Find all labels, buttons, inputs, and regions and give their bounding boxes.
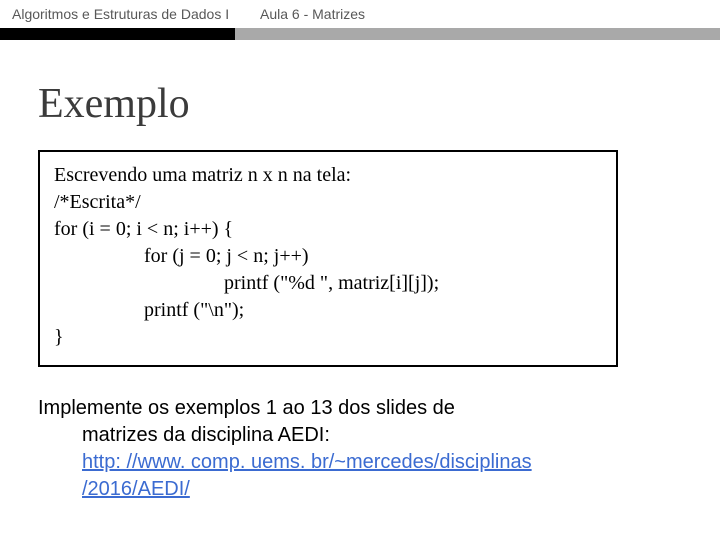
code-line: Escrevendo uma matriz n x n na tela:: [54, 162, 602, 189]
task-text: Implemente os exemplos 1 ao 13 dos slide…: [38, 395, 682, 503]
code-line: for (j = 0; j < n; j++): [54, 243, 602, 270]
task-line: Implemente os exemplos 1 ao 13 dos slide…: [38, 395, 682, 422]
code-line: /*Escrita*/: [54, 189, 602, 216]
divider-dark: [0, 28, 235, 40]
task-link[interactable]: http: //www. comp. uems. br/~mercedes/di…: [38, 449, 682, 476]
task-line: matrizes da disciplina AEDI:: [38, 422, 682, 449]
task-link[interactable]: /2016/AEDI/: [38, 476, 682, 503]
divider-bar: [0, 28, 720, 40]
slide-title: Exemplo: [38, 80, 682, 128]
slide-header: Algoritmos e Estruturas de Dados I Aula …: [0, 0, 720, 28]
lesson-name: Aula 6 - Matrizes: [235, 6, 365, 22]
code-line: printf ("%d ", matriz[i][j]);: [54, 270, 602, 297]
code-example-box: Escrevendo uma matriz n x n na tela: /*E…: [38, 150, 618, 367]
code-line: }: [54, 324, 602, 351]
code-line: for (i = 0; i < n; i++) {: [54, 216, 602, 243]
course-name: Algoritmos e Estruturas de Dados I: [0, 6, 235, 22]
slide-content: Exemplo Escrevendo uma matriz n x n na t…: [0, 40, 720, 503]
code-line: printf ("\n");: [54, 297, 602, 324]
divider-grey: [235, 28, 720, 40]
